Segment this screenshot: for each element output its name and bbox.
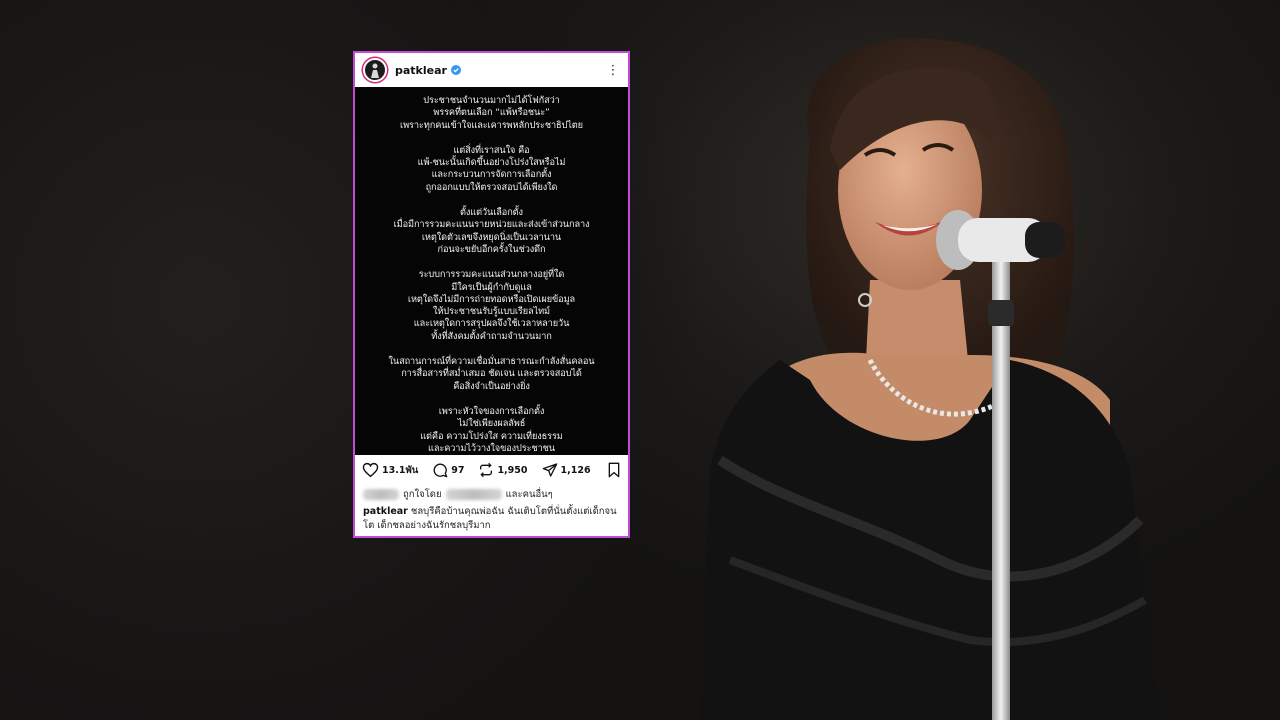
send-icon [542,463,557,477]
post-text-line: ในสถานการณ์ที่ความเชื่อมั่นสาธารณะกำลังส… [388,356,595,368]
post-text-line: ทั้งที่สังคมตั้งคำถามจำนวนมาก [431,330,552,342]
post-paragraph: เพราะหัวใจของการเลือกตั้ง ไม่ใช่เพียงผลลั… [361,406,622,455]
post-paragraph: ประชาชนจำนวนมากไม่ได้โฟกัสว่า พรรคที่ตนเล… [361,95,622,132]
verified-badge-icon [450,65,461,75]
instagram-post-card: patklear ⋮ ประชาชนจำนวนมากไม่ได้โฟกัสว่า… [353,51,630,538]
post-actions: 13.1พัน 97 1,950 1,126 [355,455,628,485]
caption-username[interactable]: patklear [363,506,408,517]
caption: patklear ชลบุรีคือบ้านคุณพ่อฉัน ฉันเติบโ… [355,503,628,532]
post-text-line: การสื่อสารที่สม่ำเสมอ ชัดเจน และตรวจสอบไ… [401,368,582,380]
post-paragraph: ตั้งแต่วันเลือกตั้ง เมื่อมีการรวมคะแนนราย… [361,207,622,256]
post-text-line: เหตุใดตัวเลขจึงหยุดนิ่งเป็นเวลานาน [421,231,562,243]
post-text-line: แต่สิ่งที่เราสนใจ คือ [453,144,530,156]
post-text-line: คือสิ่งจำเป็นอย่างยิ่ง [453,380,530,392]
share-count: 1,126 [560,464,591,476]
share-action[interactable]: 1,126 [542,462,591,478]
post-text-line: ระบบการรวมคะแนนส่วนกลางอยู่ที่ใด [418,269,565,281]
post-text-line: และความไว้วางใจของประชาชน [428,442,555,454]
comment-count: 97 [451,464,465,476]
liked-by-suffix[interactable]: และคนอื่นๆ [506,487,553,502]
post-text-line: เพราะทุกคนเข้าใจและเคารพหลักประชาธิปไตย [400,119,583,131]
post-text-line: ตั้งแต่วันเลือกตั้ง [460,207,523,219]
post-text-line: และเหตุใดการสรุปผลจึงใช้เวลาหลายวัน [413,318,570,330]
post-header: patklear ⋮ [355,53,628,87]
post-text-line: ประชาชนจำนวนมากไม่ได้โฟกัสว่า [423,95,560,106]
repost-icon [480,462,493,478]
username-row: patklear [395,64,606,77]
post-text-line: ให้ประชาชนรับรู้แบบเรียลไทม์ [432,306,551,318]
repost-action[interactable]: 1,950 [478,462,528,478]
repost-count: 1,950 [497,464,528,476]
post-text-line: แพ้-ชนะนั้นเกิดขึ้นอย่างโปร่งใสหรือไม่ [417,157,566,169]
post-text-line: พรรคที่ตนเลือก “แพ้หรือชนะ” [433,107,550,119]
bookmark-icon[interactable] [607,462,621,478]
like-action[interactable]: 13.1พัน [362,462,418,478]
post-text-line: เมื่อมีการรวมคะแนนรายหน่วยและส่งเข้าส่วน… [393,219,590,231]
post-text-line: เหตุใดจึงไม่มีการถ่ายทอดหรือเปิดเผยข้อมู… [407,293,576,305]
like-count: 13.1พัน [382,464,419,476]
heart-icon [362,462,379,478]
post-text-line: แต่คือ ความโปร่งใส ความเที่ยงธรรม [420,430,563,442]
username[interactable]: patklear [395,64,447,77]
post-text-line: ไม่ใช่เพียงผลลัพธ์ [457,418,526,430]
post-text-line: และกระบวนการจัดการเลือกตั้ง [431,169,552,181]
post-text-line: เพราะหัวใจของการเลือกตั้ง [438,405,545,417]
post-paragraph: แต่สิ่งที่เราสนใจ คือ แพ้-ชนะนั้นเกิดขึ้น… [361,145,622,194]
profile-silhouette-icon [371,63,379,78]
liked-by-prefix: ถูกใจโดย [403,488,442,500]
comment-icon [433,463,448,478]
more-vertical-icon[interactable]: ⋮ [606,64,620,77]
liked-by-row: ถูกใจโดย และคนอื่นๆ [355,485,628,503]
comment-action[interactable]: 97 [432,462,464,478]
post-text-line: ก่อนจะขยับอีกครั้งในช่วงดึก [437,243,546,255]
post-image-text: ประชาชนจำนวนมากไม่ได้โฟกัสว่า พรรคที่ตนเล… [355,87,628,455]
avatar[interactable] [363,58,387,82]
blurred-username [363,488,399,500]
singer-photo [700,38,1160,720]
blurred-username [445,488,502,500]
post-paragraph: ระบบการรวมคะแนนส่วนกลางอยู่ที่ใด มีใครเป็… [361,269,622,343]
post-paragraph: ในสถานการณ์ที่ความเชื่อมั่นสาธารณะกำลังส… [361,356,622,393]
post-text-line: มีใครเป็นผู้กำกับดูแล [451,281,532,293]
post-text-line: ถูกออกแบบให้ตรวจสอบได้เพียงใด [425,181,558,193]
